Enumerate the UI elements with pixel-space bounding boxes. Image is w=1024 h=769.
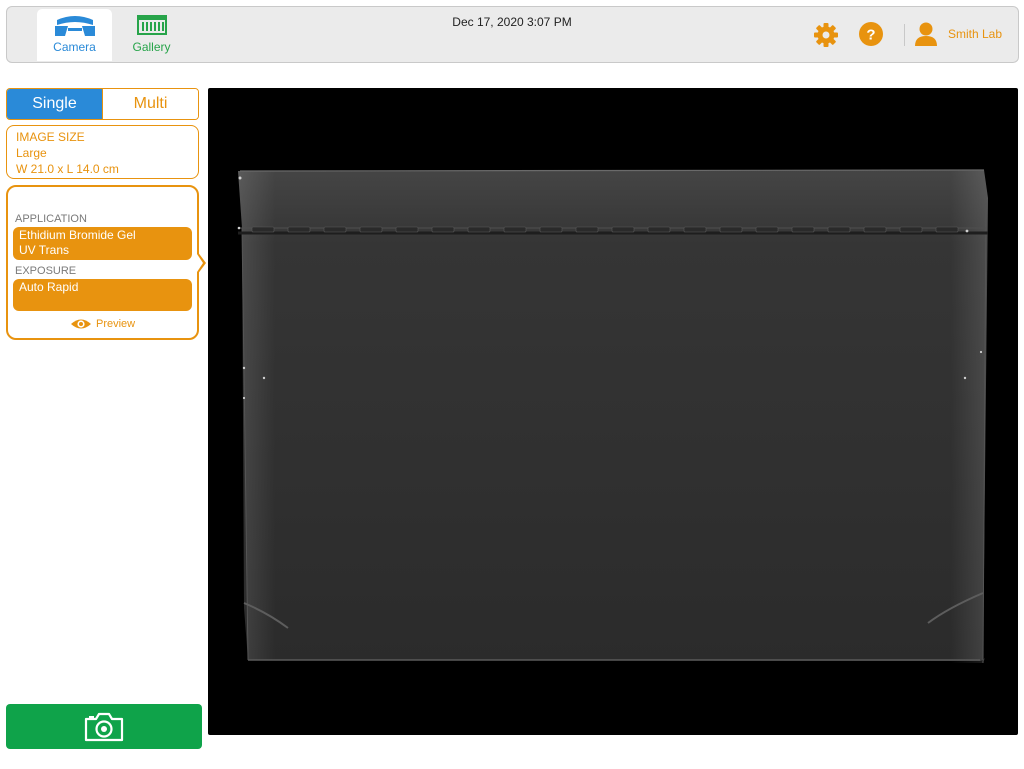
gallery-tab-icon: [136, 15, 167, 35]
tab-camera-label: Camera: [53, 40, 96, 54]
application-line-1: Ethidium Bromide Gel: [19, 228, 136, 242]
exposure-selector[interactable]: Auto Rapid: [13, 279, 192, 311]
application-label: APPLICATION: [15, 213, 87, 225]
image-size-value: Large: [16, 146, 47, 160]
top-bar: Camera Gallery Dec 17, 2020 3:07 PM ? Sm…: [6, 6, 1019, 63]
gear-icon[interactable]: [813, 22, 839, 48]
tab-gallery-label: Gallery: [132, 40, 171, 54]
user-name[interactable]: Smith Lab: [948, 27, 1002, 41]
camera-icon: [84, 712, 124, 741]
application-line-2: UV Trans: [19, 243, 70, 257]
user-icon[interactable]: [914, 21, 938, 47]
help-icon[interactable]: ?: [858, 21, 884, 47]
image-size-card[interactable]: IMAGE SIZE Large W 21.0 x L 14.0 cm: [6, 125, 199, 179]
exposure-value: Auto Rapid: [19, 280, 79, 294]
camera-tab-icon: [54, 16, 95, 36]
gel-preview-image: [237, 169, 988, 664]
application-selector[interactable]: Ethidium Bromide Gel UV Trans: [13, 227, 192, 260]
exposure-label: EXPOSURE: [15, 265, 77, 277]
tab-camera[interactable]: Camera: [37, 9, 112, 61]
date-time-display: Dec 17, 2020 3:07 PM: [452, 15, 572, 29]
capture-button[interactable]: [6, 704, 202, 749]
image-size-title: IMAGE SIZE: [16, 130, 85, 144]
eye-icon: [71, 319, 91, 329]
tab-gallery[interactable]: Gallery: [114, 9, 189, 61]
divider: [904, 24, 905, 46]
svg-text:?: ?: [866, 27, 875, 44]
single-mode-button[interactable]: Single: [7, 89, 102, 119]
settings-pointer-inner: [197, 254, 203, 272]
acquisition-settings-card: APPLICATION Ethidium Bromide Gel UV Tran…: [6, 185, 199, 340]
capture-mode-toggle: Single Multi: [6, 88, 199, 120]
preview-button[interactable]: Preview: [70, 318, 135, 330]
multi-mode-button[interactable]: Multi: [102, 89, 198, 119]
image-size-dimensions: W 21.0 x L 14.0 cm: [16, 162, 119, 176]
image-preview-area[interactable]: [208, 88, 1018, 735]
preview-label: Preview: [96, 318, 136, 330]
